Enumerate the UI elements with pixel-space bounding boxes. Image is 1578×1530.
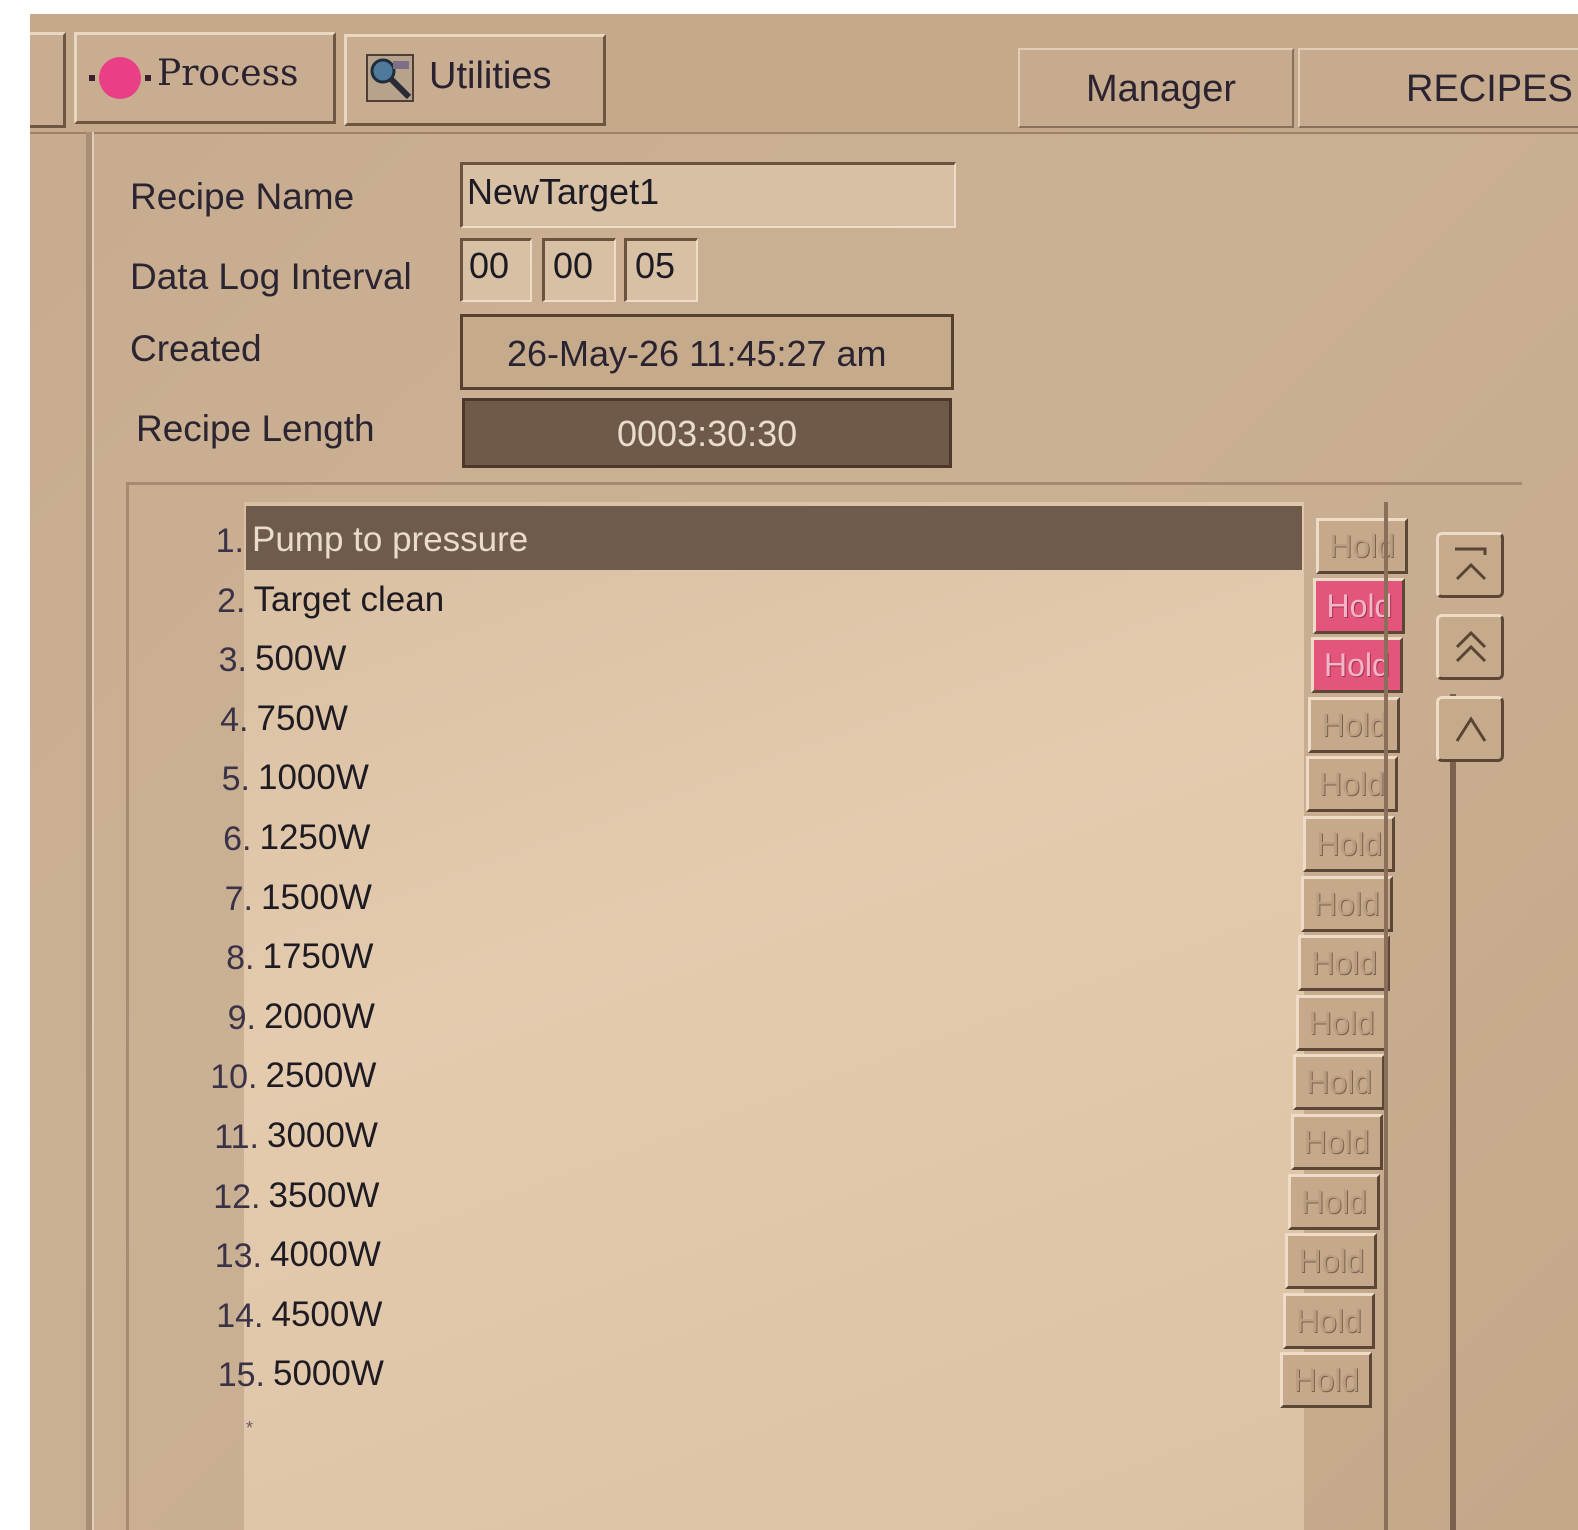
step-name[interactable]: 3000W xyxy=(267,1116,378,1156)
hold-toggle-button[interactable]: Hold xyxy=(1290,1114,1383,1170)
step-name[interactable]: 2000W xyxy=(264,997,375,1037)
page-up-icon xyxy=(1455,630,1487,663)
recipe-name-label: Recipe Name xyxy=(130,176,355,217)
tab-process-label: Process xyxy=(157,53,299,94)
manager-label: Manager xyxy=(1086,68,1236,110)
recipes-label: RECIPES xyxy=(1406,68,1573,110)
recipe-length-label: Recipe Length xyxy=(136,408,375,449)
data-log-hours-input[interactable]: 00 xyxy=(460,238,532,302)
new-row-marker: * xyxy=(246,1418,254,1438)
hold-toggle-button[interactable]: Hold xyxy=(1282,1292,1375,1349)
step-name[interactable]: 1750W xyxy=(263,937,374,977)
step-number: 10. xyxy=(210,1058,258,1097)
move-up-button[interactable] xyxy=(1436,696,1504,762)
step-name[interactable]: 500W xyxy=(255,639,346,679)
hold-toggle-button[interactable]: Hold xyxy=(1310,637,1403,694)
hold-toggle-button[interactable]: Hold xyxy=(1313,577,1406,634)
step-name[interactable]: 1250W xyxy=(260,818,371,858)
step-number: 9. xyxy=(227,998,256,1037)
hold-toggle-button[interactable]: Hold xyxy=(1300,875,1393,932)
data-log-minutes-input[interactable]: 00 xyxy=(542,238,616,302)
tab-previous[interactable] xyxy=(30,32,66,128)
step-name[interactable]: 2500W xyxy=(266,1056,377,1096)
tab-utilities-label: Utilities xyxy=(429,55,552,97)
data-log-interval-label: Data Log Interval xyxy=(130,256,412,297)
hold-toggle-button[interactable]: Hold xyxy=(1280,1352,1373,1409)
hold-toggle-button[interactable]: Hold xyxy=(1316,518,1408,574)
step-number: 15. xyxy=(217,1356,265,1395)
step-number: 7. xyxy=(224,879,253,918)
step-number: 5. xyxy=(221,760,250,799)
created-label: Created xyxy=(130,328,262,369)
left-divider xyxy=(86,132,94,1530)
hold-toggle-button[interactable]: Hold xyxy=(1298,935,1391,992)
hold-toggle-button[interactable]: Hold xyxy=(1295,994,1388,1051)
recipe-editor-screen: Process Utilities Manager RECIPES Recipe… xyxy=(30,14,1578,1530)
move-to-top-button[interactable] xyxy=(1436,532,1504,598)
step-number: 12. xyxy=(213,1177,261,1216)
step-number: 8. xyxy=(226,939,255,978)
step-name[interactable]: Target clean xyxy=(254,580,445,620)
step-name[interactable]: 5000W xyxy=(273,1354,384,1394)
toolbar: Process Utilities Manager RECIPES xyxy=(30,14,1578,134)
data-log-seconds-input[interactable]: 05 xyxy=(624,238,698,302)
step-number: 14. xyxy=(216,1296,264,1335)
step-number: 6. xyxy=(223,820,252,858)
step-number: 1. xyxy=(215,522,244,560)
steps-list[interactable] xyxy=(244,502,1304,1530)
move-up-icon xyxy=(1455,716,1487,742)
recipe-name-input[interactable]: NewTarget1 xyxy=(460,162,956,228)
step-name[interactable]: 1000W xyxy=(258,758,369,798)
step-name[interactable]: 750W xyxy=(257,699,348,739)
recipes-header[interactable]: RECIPES xyxy=(1298,48,1578,128)
step-number: 3. xyxy=(218,641,247,680)
hold-toggle-button[interactable]: Hold xyxy=(1303,816,1396,872)
page-up-button[interactable] xyxy=(1436,614,1504,680)
tab-utilities[interactable]: Utilities xyxy=(344,34,606,126)
hold-toggle-button[interactable]: Hold xyxy=(1285,1233,1378,1290)
step-name[interactable]: 4000W xyxy=(270,1235,381,1275)
step-number: 11. xyxy=(214,1118,259,1156)
hold-toggle-button[interactable]: Hold xyxy=(1287,1173,1380,1230)
tab-process[interactable]: Process xyxy=(74,32,336,124)
created-value: 26-May-26 11:45:27 am xyxy=(460,314,954,390)
move-to-top-icon xyxy=(1455,547,1487,581)
step-number: 13. xyxy=(214,1237,262,1276)
step-name[interactable]: Pump to pressure xyxy=(252,520,528,560)
hold-toggle-button[interactable]: Hold xyxy=(1293,1054,1386,1111)
step-name[interactable]: 3500W xyxy=(269,1176,380,1216)
manager-header[interactable]: Manager xyxy=(1018,48,1294,128)
recipe-length-value: 0003:30:30 xyxy=(462,398,952,468)
hold-column-divider xyxy=(1384,502,1388,1530)
step-name[interactable]: 1500W xyxy=(261,878,372,918)
tools-icon xyxy=(366,54,414,102)
step-number: 2. xyxy=(217,581,246,620)
step-name[interactable]: 4500W xyxy=(272,1295,383,1335)
step-number: 4. xyxy=(220,700,249,739)
scroll-track[interactable] xyxy=(1450,694,1456,1530)
record-dot-icon xyxy=(89,57,151,99)
